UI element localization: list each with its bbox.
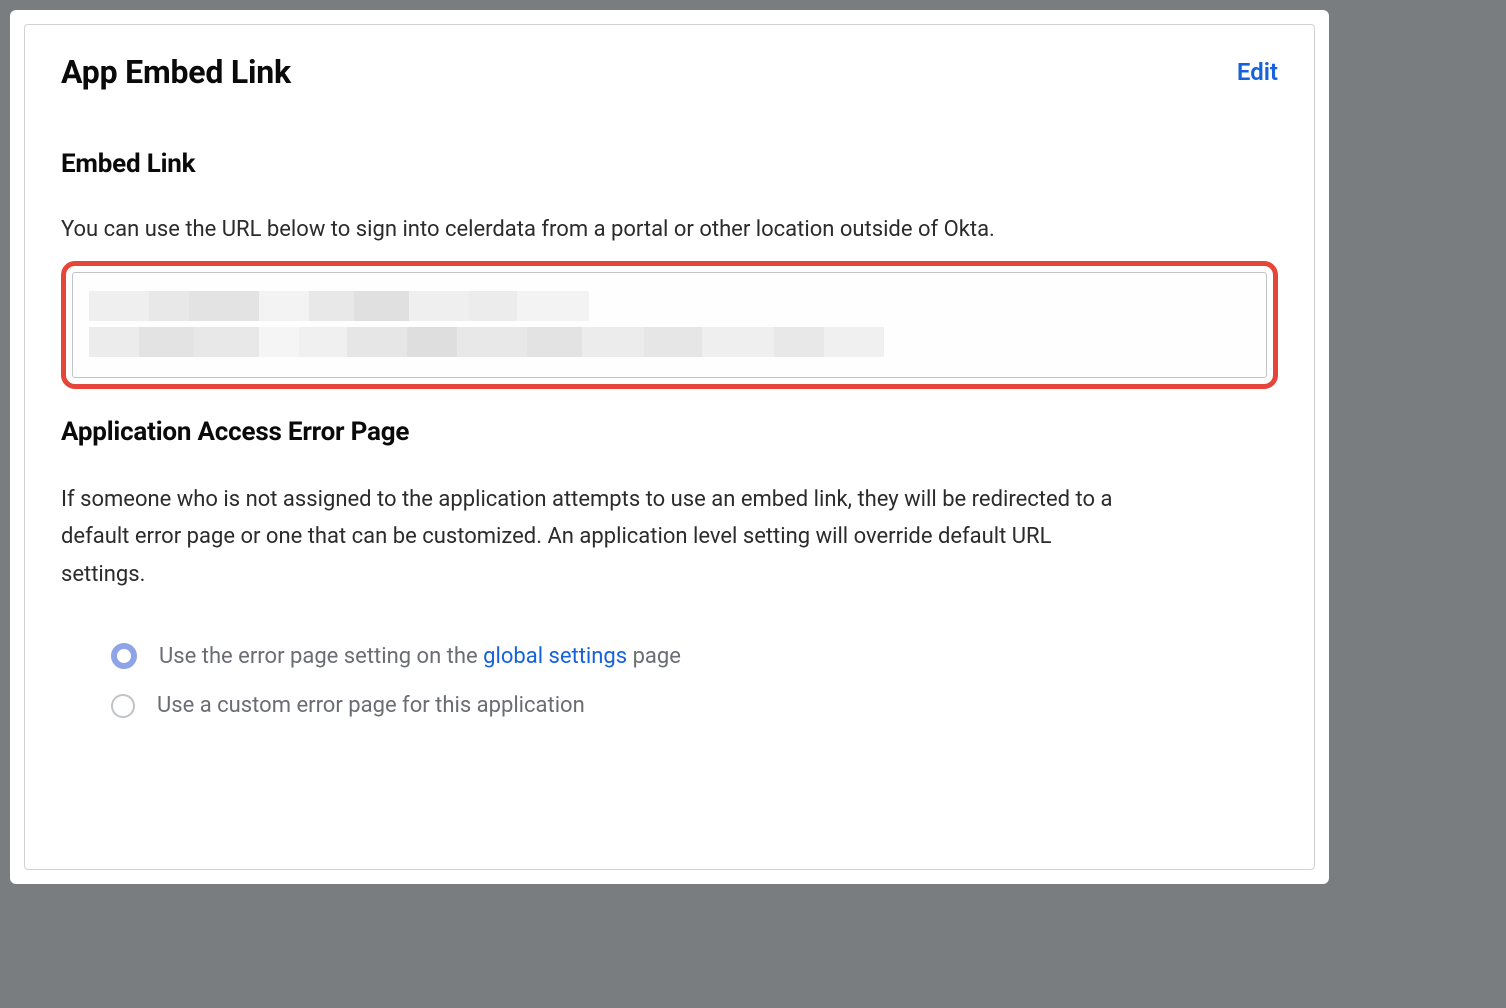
radio-option-custom-error-page[interactable]: Use a custom error page for this applica… [111, 693, 1278, 718]
redacted-row [89, 291, 1250, 321]
embed-link-url-field[interactable] [72, 272, 1267, 378]
radio-icon [111, 694, 135, 718]
global-settings-link[interactable]: global settings [483, 644, 627, 669]
app-embed-link-panel: App Embed Link Edit Embed Link You can u… [24, 24, 1315, 870]
edit-button[interactable]: Edit [1237, 58, 1278, 86]
panel-header: App Embed Link Edit [61, 53, 1278, 91]
error-page-heading: Application Access Error Page [61, 417, 1278, 447]
radio-icon [111, 643, 137, 669]
redacted-row [89, 327, 1250, 357]
radio-label: Use the error page setting on the global… [159, 644, 681, 669]
frame: App Embed Link Edit Embed Link You can u… [10, 10, 1329, 884]
panel-title: App Embed Link [61, 53, 291, 91]
error-page-radio-group: Use the error page setting on the global… [61, 643, 1278, 718]
radio-option-global-settings[interactable]: Use the error page setting on the global… [111, 643, 1278, 669]
embed-link-heading: Embed Link [61, 149, 1278, 179]
error-page-description: If someone who is not assigned to the ap… [61, 481, 1131, 593]
label-prefix: Use the error page setting on the [159, 644, 483, 669]
embed-link-highlight [61, 261, 1278, 389]
label-prefix: Use a custom error page for this applica… [157, 693, 585, 718]
label-suffix: page [627, 644, 681, 669]
radio-label: Use a custom error page for this applica… [157, 693, 585, 718]
embed-link-description: You can use the URL below to sign into c… [61, 213, 1278, 247]
